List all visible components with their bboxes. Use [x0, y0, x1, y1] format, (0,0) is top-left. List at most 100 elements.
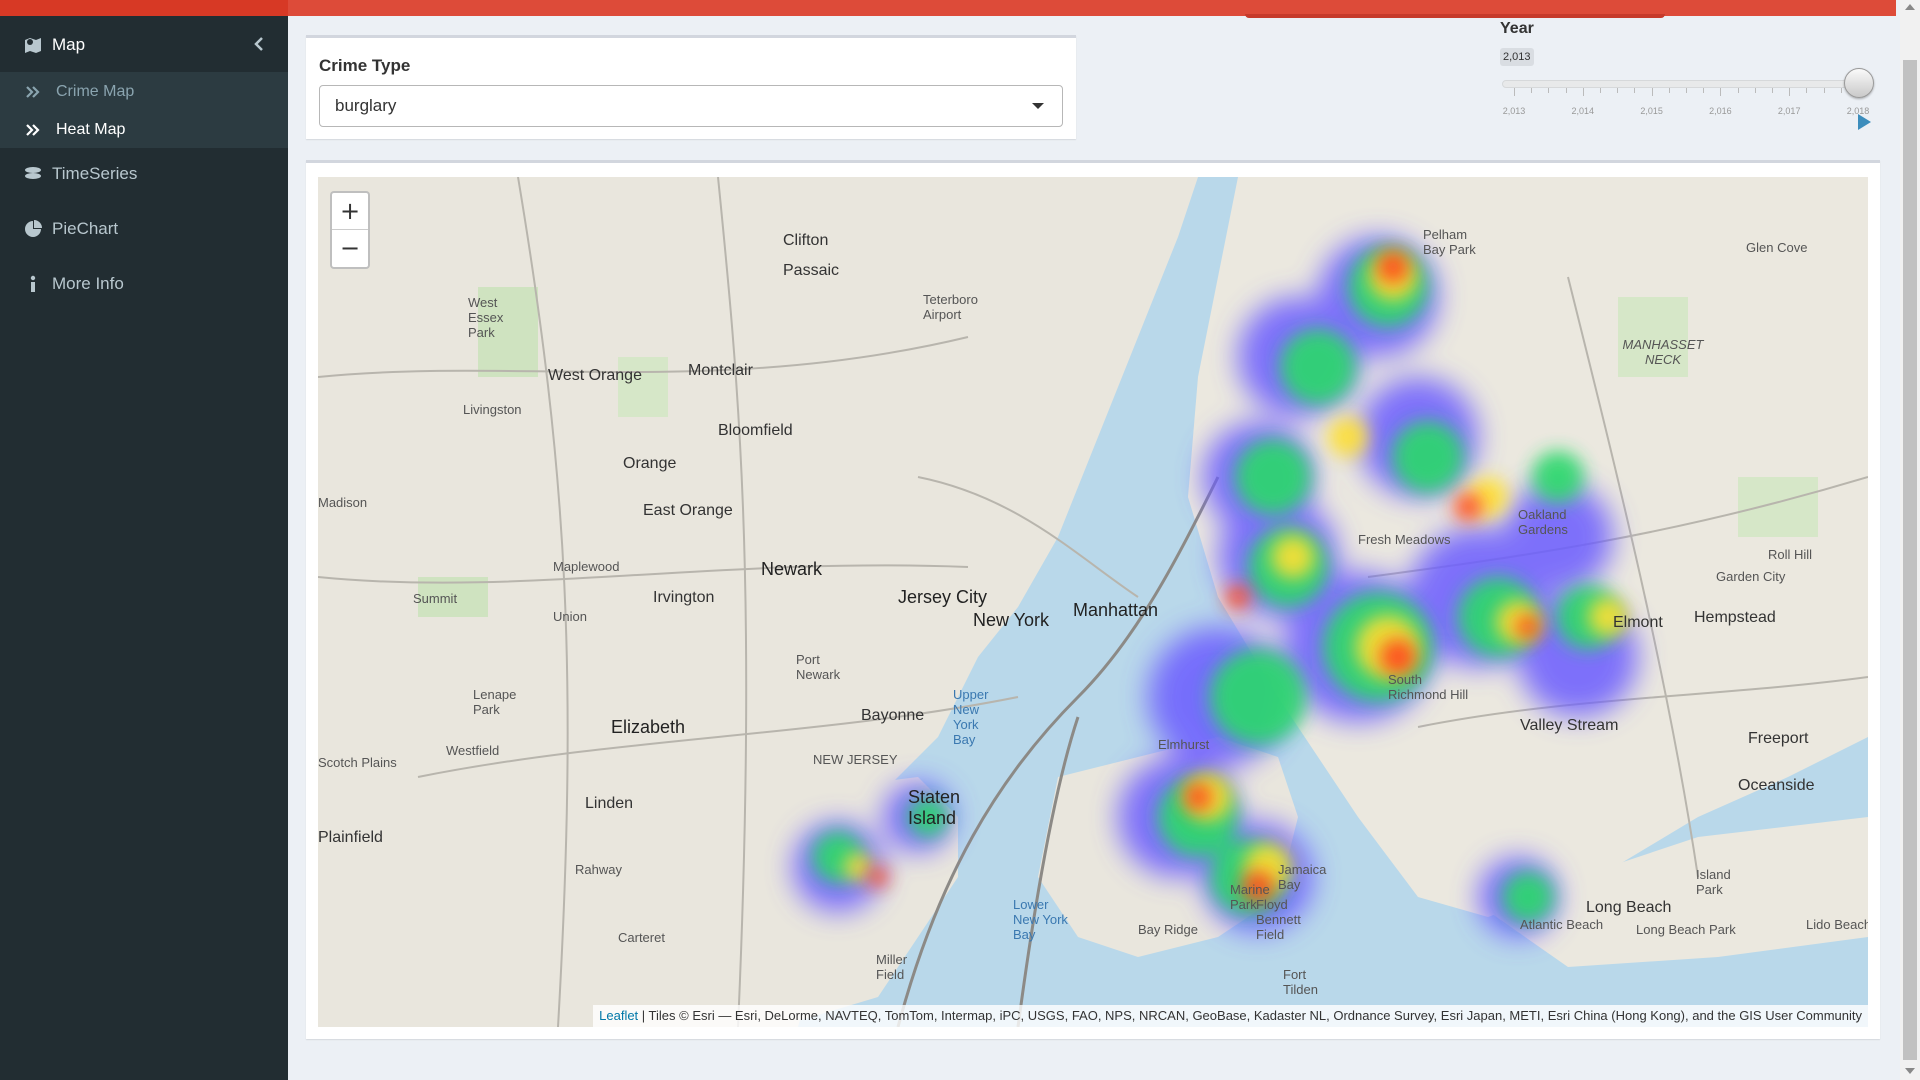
- crime-type-label: Crime Type: [319, 56, 411, 75]
- map-label: Jersey City: [898, 587, 988, 607]
- map-label: Westfield: [446, 743, 500, 758]
- slider-tick: [1514, 88, 1515, 96]
- piechart-icon: [22, 218, 44, 240]
- map-label: Staten Island: [908, 787, 961, 828]
- map-label: East Orange: [643, 502, 733, 519]
- map-label: Livingston: [463, 402, 522, 417]
- map-label: Bay Ridge: [1138, 922, 1198, 937]
- map-label: Freeport: [1748, 730, 1809, 747]
- slider-tick: [1772, 88, 1773, 93]
- year-slider-track[interactable]: [1502, 80, 1860, 88]
- info-icon: [22, 273, 44, 295]
- map-label: Passaic: [783, 262, 840, 279]
- crime-type-panel: Crime Type burglary: [306, 35, 1076, 139]
- slider-tick: [1754, 88, 1756, 93]
- sidebar-item-piechart[interactable]: PieChart: [0, 204, 288, 254]
- map-label: Carteret: [618, 930, 665, 945]
- map-label: Montclair: [688, 362, 753, 379]
- slider-tick-label: 2,013: [1502, 106, 1526, 116]
- submenu-item-heat-map[interactable]: Heat Map: [0, 112, 288, 148]
- submenu-item-crime-map[interactable]: Crime Map: [0, 74, 288, 110]
- zoom-in-button[interactable]: +: [332, 193, 368, 230]
- map-label: West Essex Park: [468, 295, 504, 340]
- map-label: Miller Field: [876, 952, 908, 982]
- map-label: Valley Stream: [1520, 717, 1619, 734]
- map-label: Fort Tilden: [1283, 967, 1318, 997]
- map-label: Bayonne: [861, 707, 925, 724]
- slider-tick: [1823, 88, 1825, 93]
- map-label: Port Newark: [796, 652, 841, 682]
- heat-map[interactable]: Clifton Passaic West Orange Montclair Li…: [318, 177, 1868, 1027]
- slider-tick: [1617, 88, 1619, 93]
- map-label: Oceanside: [1738, 777, 1815, 794]
- map-label: Glen Cove: [1746, 240, 1808, 255]
- slider-tick: [1737, 88, 1739, 93]
- page-scrollbar[interactable]: [1900, 0, 1920, 1080]
- map-label: Fresh Meadows: [1358, 532, 1451, 547]
- map-label: Hempstead: [1694, 609, 1776, 626]
- map-label: Maplewood: [553, 559, 620, 574]
- map-label: Clifton: [783, 232, 829, 249]
- map-label: Rahway: [575, 862, 622, 877]
- slider-tick-label: 2,014: [1571, 106, 1595, 116]
- map-label: Orange: [623, 455, 677, 472]
- leaflet-link[interactable]: Leaflet: [599, 1008, 638, 1023]
- slider-tick: [1634, 88, 1636, 93]
- scroll-down-icon[interactable]: [1905, 1068, 1915, 1074]
- heatmap-panel: Clifton Passaic West Orange Montclair Li…: [306, 160, 1880, 1039]
- map-label: Irvington: [653, 589, 715, 606]
- map-label: Pelham Bay Park: [1423, 227, 1476, 257]
- map-label: Lenape Park: [473, 687, 517, 717]
- sidebar: Map Crime Map Heat Map TimeSeries PieCha…: [0, 16, 288, 1080]
- slider-tick: [1686, 88, 1687, 93]
- map-label: Long Beach Park: [1636, 922, 1736, 937]
- slider-tick: [1720, 88, 1722, 96]
- year-value-bubble: 2,013: [1500, 48, 1534, 66]
- map-label: Manhattan: [1073, 600, 1159, 620]
- slider-tick: [1668, 88, 1670, 93]
- map-label: Plainfield: [318, 829, 383, 846]
- map-label: South Richmond Hill: [1388, 672, 1469, 702]
- sidebar-item-label: TimeSeries: [52, 164, 138, 183]
- map-label: Madison: [318, 495, 368, 510]
- map-label: Jamaica Bay: [1278, 862, 1327, 892]
- play-icon[interactable]: [1858, 114, 1871, 130]
- sidebar-item-more-info[interactable]: More Info: [0, 259, 288, 309]
- slider-tick-label: 2,017: [1777, 106, 1801, 116]
- map-label: West Orange: [548, 367, 642, 384]
- sidebar-item-timeseries[interactable]: TimeSeries: [0, 149, 288, 199]
- slider-tick-label: 2,016: [1709, 106, 1732, 116]
- map-label: Lido Beach: [1806, 917, 1868, 932]
- slider-tick-label: 2,015: [1640, 106, 1663, 116]
- scroll-up-icon[interactable]: [1905, 4, 1915, 10]
- slider-tick: [1565, 88, 1567, 93]
- map-label: Lower New York Bay: [1013, 897, 1068, 942]
- map-label: Elmont: [1613, 614, 1663, 631]
- slider-tick: [1548, 88, 1550, 93]
- scroll-thumb[interactable]: [1903, 60, 1917, 1060]
- sidebar-item-map[interactable]: Map: [0, 20, 288, 70]
- zoom-out-button[interactable]: −: [332, 230, 368, 266]
- map-label: Oakland Gardens: [1518, 507, 1568, 537]
- submenu-item-label: Heat Map: [56, 121, 126, 138]
- map-submenu: Crime Map Heat Map: [0, 72, 288, 148]
- attribution-text: | Tiles © Esri — Esri, DeLorme, NAVTEQ, …: [638, 1008, 1862, 1023]
- angle-double-right-icon: [26, 86, 42, 98]
- year-label: Year: [1500, 20, 1534, 37]
- map-label: Upper New York Bay: [953, 687, 989, 747]
- sidebar-item-label: More Info: [52, 274, 124, 293]
- header-dropdown-edge: [1245, 14, 1665, 18]
- zoom-control: + −: [330, 191, 370, 269]
- map-label: Scotch Plains: [318, 755, 397, 770]
- year-slider-handle[interactable]: [1844, 68, 1874, 98]
- slider-tick: [1840, 88, 1842, 93]
- map-label: New York: [973, 610, 1050, 630]
- map-label: Roll Hill: [1768, 547, 1813, 562]
- year-slider-ticks: [1502, 88, 1862, 98]
- chevron-left-icon[interactable]: [254, 36, 264, 56]
- crime-type-select[interactable]: burglary: [319, 85, 1063, 127]
- slider-tick: [1600, 88, 1601, 93]
- map-label: Atlantic Beach: [1520, 917, 1604, 932]
- map-label: Island Park: [1696, 867, 1731, 897]
- map-label: NEW JERSEY: [813, 752, 898, 767]
